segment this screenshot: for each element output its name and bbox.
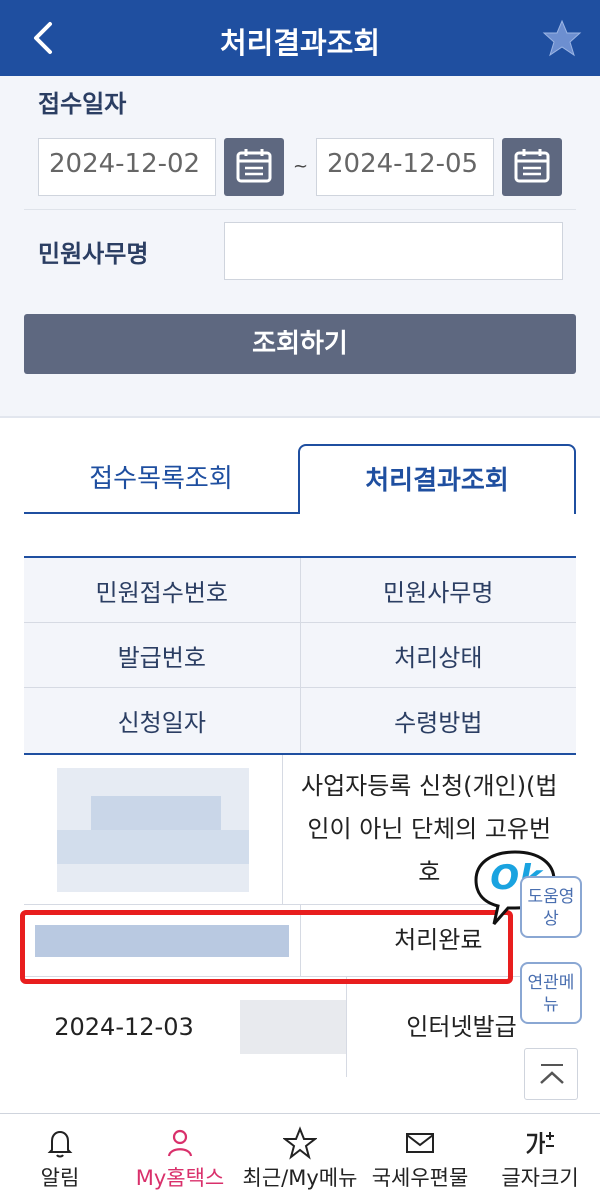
redacted-block (240, 1000, 346, 1054)
redacted-block (56, 767, 249, 892)
bottom-nav: 알림 My홈택스 최근/My메뉴 국세우편물 글자크기 (0, 1113, 600, 1197)
header-status: 처리상태 (394, 643, 483, 672)
nav-tax-mail[interactable]: 국세우편물 (360, 1114, 480, 1197)
result-table: 민원접수번호 민원사무명 발급번호 처리상태 신청일자 수령방법 사업자등록 신… (24, 556, 576, 1077)
scroll-top-button[interactable] (524, 1048, 578, 1100)
apply-date-cell: 2024-12-03 (24, 977, 347, 1077)
date-from-input[interactable]: 2024-12-02 (38, 138, 216, 196)
search-button[interactable]: 조회하기 (24, 314, 576, 374)
office-name-input[interactable] (224, 222, 563, 280)
date-label: 접수일자 (38, 90, 127, 118)
star-icon (283, 1126, 317, 1160)
page-title: 처리결과조회 (219, 26, 381, 60)
favorite-star-icon[interactable] (542, 18, 582, 58)
related-menu-button[interactable]: 연관메뉴 (520, 962, 582, 1024)
tab-process-result[interactable]: 처리결과조회 (298, 444, 576, 514)
apply-date-text: 2024-12-03 (54, 1013, 194, 1041)
redacted-block (56, 829, 249, 864)
nav-label: 국세우편물 (371, 1166, 469, 1190)
nav-label: 글자크기 (501, 1166, 579, 1190)
text-size-icon (526, 1132, 554, 1155)
nav-label: 알림 (40, 1166, 80, 1190)
header-office-name: 민원사무명 (383, 578, 494, 607)
nav-label: 최근/My메뉴 (242, 1166, 358, 1190)
nav-my-hometax[interactable]: My홈택스 (120, 1114, 240, 1197)
nav-recent-menu[interactable]: 최근/My메뉴 (240, 1114, 360, 1197)
redacted-block (90, 795, 221, 830)
header-row: 발급번호 처리상태 (24, 623, 576, 688)
table-row[interactable]: 2024-12-03 인터넷발급 (24, 977, 576, 1077)
divider (24, 209, 576, 210)
redacted-block (34, 924, 289, 957)
result-tabs: 접수목록조회 처리결과조회 (24, 444, 576, 514)
calendar-icon (236, 149, 272, 183)
header-apply-date: 신청일자 (24, 688, 301, 753)
header-row: 민원접수번호 민원사무명 (24, 558, 576, 623)
chevron-up-icon (540, 1064, 564, 1084)
header-issue-number: 발급번호 (24, 623, 301, 687)
calendar-to-button[interactable] (502, 138, 562, 196)
office-name-label: 민원사무명 (38, 240, 149, 268)
header-receipt-number: 민원접수번호 (24, 558, 301, 622)
header-row: 신청일자 수령방법 (24, 688, 576, 753)
date-to-input[interactable]: 2024-12-05 (316, 138, 494, 196)
table-header: 민원접수번호 민원사무명 발급번호 처리상태 신청일자 수령방법 (24, 556, 576, 755)
receipt-number-cell (24, 755, 283, 904)
calendar-icon (514, 149, 550, 183)
calendar-from-button[interactable] (224, 138, 284, 196)
app-header: 처리결과조회 (0, 0, 600, 76)
header-receive-method: 수령방법 (394, 709, 483, 737)
nav-alerts[interactable]: 알림 (0, 1114, 120, 1197)
search-panel: 접수일자 2024-12-02 ~ 2024-12-05 민원사무명 조회하기 (0, 76, 600, 418)
mail-icon (406, 1133, 434, 1153)
tab-receipt-list[interactable]: 접수목록조회 (24, 444, 298, 514)
issue-number-cell (24, 905, 301, 976)
apply-date-wrap: 2024-12-03 (24, 1000, 346, 1054)
nav-text-size[interactable]: 글자크기 (480, 1114, 600, 1197)
date-range-separator: ~ (293, 156, 309, 177)
nav-label: My홈택스 (135, 1166, 225, 1190)
person-icon (167, 1129, 193, 1157)
bell-icon (47, 1130, 73, 1158)
guide-video-button[interactable]: 도움영상 (520, 876, 582, 938)
